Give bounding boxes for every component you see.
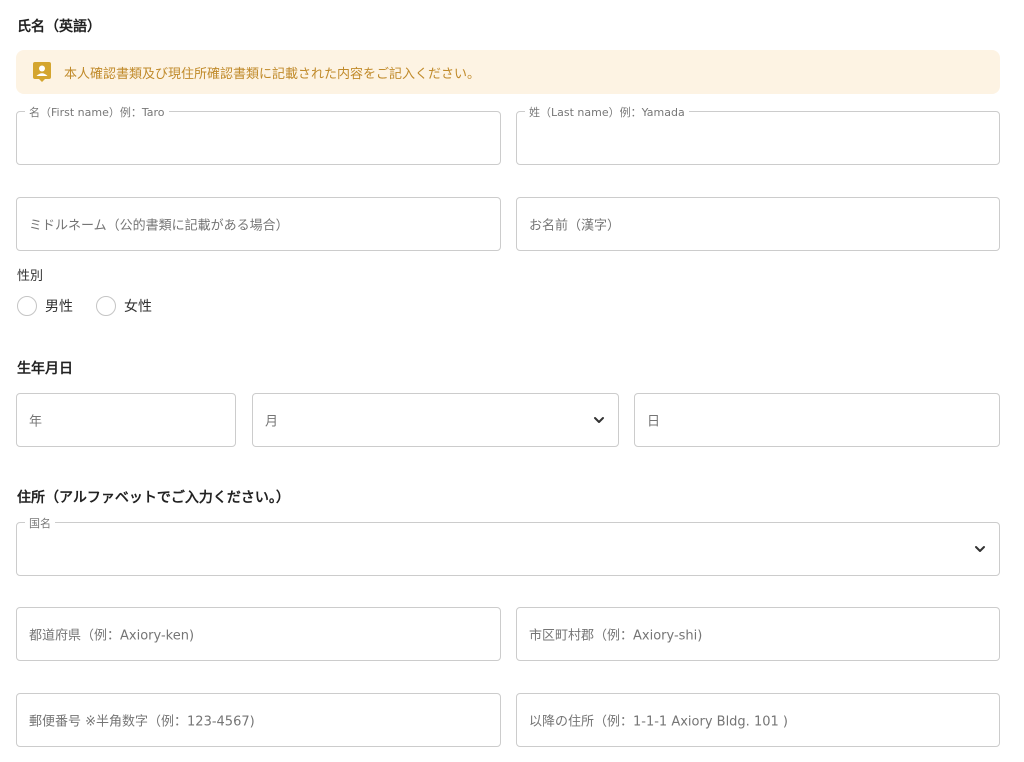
- country-select[interactable]: 国名: [16, 515, 1000, 576]
- postal-code-field[interactable]: 郵便番号 ※半角数字（例：123-4567): [16, 693, 501, 747]
- birth-year-field[interactable]: 年: [16, 393, 236, 447]
- birth-day-placeholder: 日: [647, 414, 661, 430]
- prefecture-placeholder: 都道府県（例：Axiory-ken): [29, 628, 195, 644]
- middle-name-field[interactable]: ミドルネーム（公的書類に記載がある場合）: [16, 197, 501, 251]
- birth-month-placeholder: 月: [265, 414, 279, 430]
- notice-banner: 本人確認書類及び現住所確認書類に記載された内容をご記入ください。: [16, 50, 1000, 94]
- radio-label-male: 男性: [45, 299, 73, 315]
- country-label: 国名: [25, 515, 55, 531]
- first-name-field[interactable]: 名（First name）例：Taro: [16, 104, 501, 165]
- city-field[interactable]: 市区町村郡（例：Axiory-shi): [516, 607, 1000, 661]
- chevron-down-icon[interactable]: [592, 413, 606, 427]
- gender-radio-female[interactable]: 女性: [96, 296, 152, 316]
- chevron-down-icon[interactable]: [973, 542, 987, 556]
- radio-circle[interactable]: [17, 296, 37, 316]
- birthdate-section-title: 生年月日: [17, 361, 73, 377]
- gender-radio-male[interactable]: 男性: [17, 296, 73, 316]
- street-address-field[interactable]: 以降の住所（例：1-1-1 Axiory Bldg. 101 ): [516, 693, 1000, 747]
- prefecture-field[interactable]: 都道府県（例：Axiory-ken): [16, 607, 501, 661]
- notice-text: 本人確認書類及び現住所確認書類に記載された内容をご記入ください。: [64, 66, 481, 82]
- kanji-name-placeholder: お名前（漢字）: [529, 218, 621, 234]
- first-name-label: 名（First name）例：Taro: [25, 104, 169, 120]
- name-section-title: 氏名（英語）: [17, 19, 101, 35]
- radio-label-female: 女性: [124, 299, 152, 315]
- address-section-title: 住所（アルファベットでご入力ください。）: [17, 490, 290, 506]
- postal-code-placeholder: 郵便番号 ※半角数字（例：123-4567): [29, 714, 255, 730]
- birth-month-select[interactable]: 月: [252, 393, 619, 447]
- radio-circle[interactable]: [96, 296, 116, 316]
- birth-day-field[interactable]: 日: [634, 393, 1000, 447]
- city-placeholder: 市区町村郡（例：Axiory-shi): [529, 628, 703, 644]
- birth-year-placeholder: 年: [29, 414, 43, 430]
- person-card-icon: [32, 62, 52, 82]
- last-name-label: 姓（Last name）例：Yamada: [525, 104, 689, 120]
- middle-name-placeholder: ミドルネーム（公的書類に記載がある場合）: [29, 218, 289, 234]
- kanji-name-field[interactable]: お名前（漢字）: [516, 197, 1000, 251]
- street-address-placeholder: 以降の住所（例：1-1-1 Axiory Bldg. 101 ): [529, 714, 788, 730]
- gender-label: 性別: [17, 269, 44, 284]
- last-name-field[interactable]: 姓（Last name）例：Yamada: [516, 104, 1000, 165]
